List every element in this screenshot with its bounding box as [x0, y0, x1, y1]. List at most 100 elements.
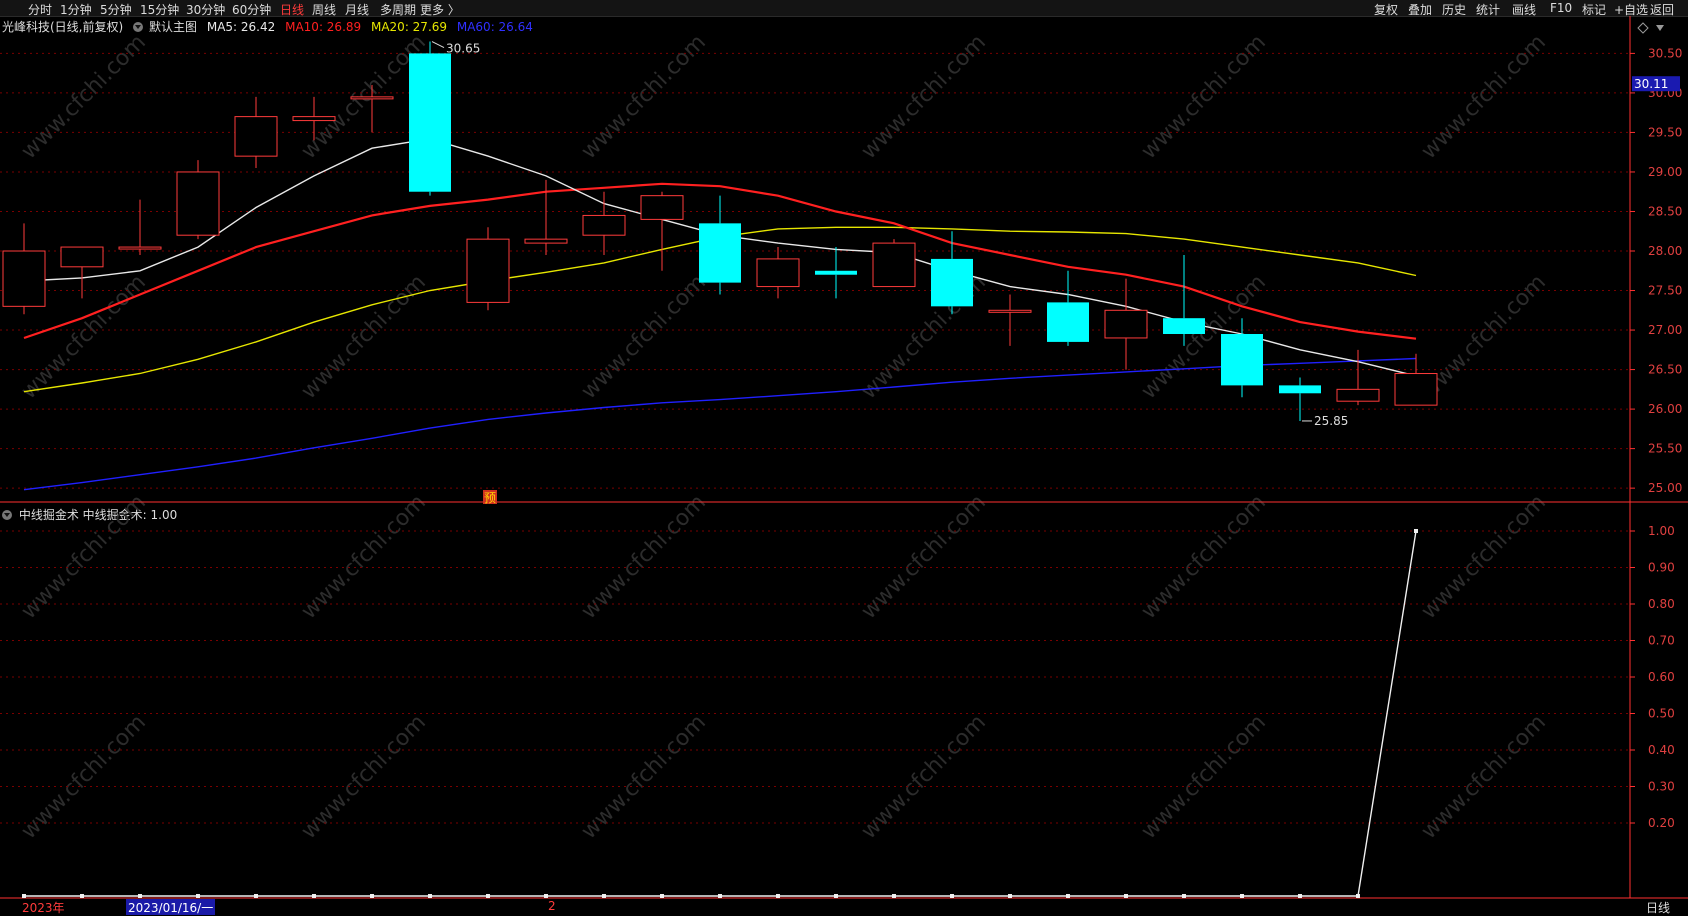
price-tick-label: 25.50	[1648, 442, 1682, 456]
indicator-point	[1414, 529, 1418, 533]
indicator-point	[1298, 894, 1302, 898]
candle-body-down	[931, 258, 973, 307]
candle-body-up	[60, 246, 104, 268]
watermark-text: www.cfchi.com	[17, 30, 151, 164]
price-tick-label: 27.50	[1648, 284, 1682, 298]
indicator-tick-label: 0.40	[1648, 743, 1675, 757]
indicator-point	[428, 894, 432, 898]
indicator-tick-label: 0.30	[1648, 780, 1675, 794]
collapse-arrow-icon	[1656, 25, 1664, 31]
price-tick-label: 28.50	[1648, 204, 1682, 218]
year-label: 2023年	[22, 901, 65, 915]
indicator-point	[602, 894, 606, 898]
candle-body-up	[350, 96, 394, 100]
price-tick-label: 26.00	[1648, 402, 1682, 416]
candle	[815, 247, 857, 299]
price-tick-label: 26.50	[1648, 363, 1682, 377]
candle-body-down	[409, 53, 451, 192]
indicator-tick-label: 0.80	[1648, 597, 1675, 611]
month-mark: 2	[548, 899, 556, 913]
watermark-text: www.cfchi.com	[577, 710, 711, 844]
candle-body-up	[292, 116, 336, 122]
watermark-text: www.cfchi.com	[577, 30, 711, 164]
candle-body-up	[176, 171, 220, 236]
candle	[2, 223, 46, 315]
high-price-label: 30.65	[446, 42, 480, 56]
indicator-tick-label: 0.20	[1648, 816, 1675, 830]
candle	[931, 231, 973, 315]
candle-body-up	[640, 195, 684, 220]
candle	[409, 41, 451, 196]
indicator-point	[312, 894, 316, 898]
indicator-point	[718, 894, 722, 898]
candle-body-up	[466, 238, 510, 303]
candle	[872, 239, 916, 288]
indicator-point	[950, 894, 954, 898]
price-tick-label: 27.00	[1648, 323, 1682, 337]
indicator-tick-label: 0.50	[1648, 707, 1675, 721]
indicator-point	[1124, 894, 1128, 898]
price-tick-label: 30.50	[1648, 46, 1682, 60]
candle-body-up	[524, 238, 568, 244]
indicator-point	[1008, 894, 1012, 898]
candle-body-up	[582, 214, 626, 236]
date-label: 2023/01/16/一	[126, 899, 216, 915]
indicator-point	[544, 894, 548, 898]
indicator-tick-label: 0.90	[1648, 561, 1675, 575]
watermark-text: www.cfchi.com	[857, 710, 991, 844]
candle-body-down	[1279, 385, 1321, 394]
watermark-text: www.cfchi.com	[1137, 490, 1271, 624]
period-status[interactable]: 日线	[1646, 899, 1670, 915]
watermark-text: www.cfchi.com	[17, 710, 151, 844]
candle-body-up	[988, 309, 1032, 313]
indicator-point	[22, 894, 26, 898]
indicator-point	[776, 894, 780, 898]
candle-body-down	[699, 223, 741, 283]
diamond-icon	[1637, 22, 1649, 34]
indicator-point	[892, 894, 896, 898]
watermark-text: www.cfchi.com	[297, 270, 431, 404]
candle	[1163, 254, 1205, 346]
price-tick-label: 29.00	[1648, 165, 1682, 179]
candle	[1394, 353, 1438, 406]
candle-body-up	[234, 116, 278, 157]
candle	[1047, 270, 1089, 346]
candle-body-up	[2, 250, 46, 307]
watermark-text: www.cfchi.com	[1137, 710, 1271, 844]
indicator-tick-label: 1.00	[1648, 524, 1675, 538]
low-price-label: 25.85	[1314, 414, 1348, 428]
indicator-point	[660, 894, 664, 898]
candle-body-up	[1394, 373, 1438, 406]
watermark-text: www.cfchi.com	[297, 490, 431, 624]
indicator-point	[138, 894, 142, 898]
candle-body-down	[815, 270, 857, 275]
indicator-tick-label: 0.70	[1648, 634, 1675, 648]
indicator-tick-label: 0.60	[1648, 670, 1675, 684]
indicator-point	[1066, 894, 1070, 898]
kline-chart[interactable]: www.cfchi.com www.cfchi.com www.cfchi.com w…	[0, 0, 1688, 916]
candle	[466, 227, 510, 311]
indicator-point	[834, 894, 838, 898]
indicator-point	[486, 894, 490, 898]
forecast-marker: 预	[484, 491, 496, 505]
price-tick-label: 25.00	[1648, 481, 1682, 495]
candle	[988, 294, 1032, 346]
indicator-point	[196, 894, 200, 898]
ma60-line	[23, 357, 1417, 491]
candle-body-up	[1336, 388, 1380, 402]
candle	[582, 191, 626, 255]
candle-body-up	[756, 258, 800, 288]
watermark-text: www.cfchi.com	[857, 30, 991, 164]
indicator-point	[1240, 894, 1244, 898]
candle	[640, 191, 684, 271]
candle-body-up	[118, 246, 162, 250]
indicator-point	[80, 894, 84, 898]
price-tick-label: 28.00	[1648, 244, 1682, 258]
price-tick-label: 29.50	[1648, 125, 1682, 139]
high-pointer	[431, 41, 445, 48]
indicator-point	[1182, 894, 1186, 898]
candle-body-up	[1104, 309, 1148, 339]
watermark-text: www.cfchi.com	[1137, 30, 1271, 164]
candle	[234, 96, 278, 169]
candle-body-down	[1163, 318, 1205, 335]
